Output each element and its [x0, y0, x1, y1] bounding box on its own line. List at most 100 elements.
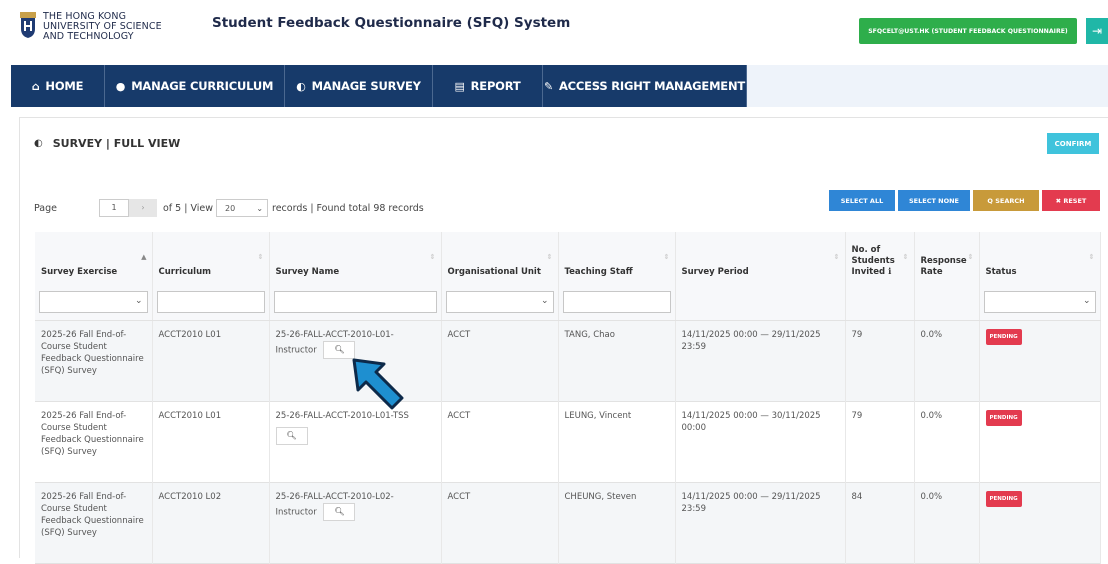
select-all-button[interactable]: SELECT ALL — [829, 190, 895, 211]
app-title: Student Feedback Questionnaire (SFQ) Sys… — [212, 15, 571, 31]
page-size-select[interactable]: 20 ⌄ — [216, 199, 269, 217]
cell-period: 14/11/2025 00:00 — 29/11/2025 23:59 — [675, 482, 846, 563]
status-badge: PENDING — [985, 490, 1022, 507]
sort-icon: ⇕ — [257, 253, 264, 261]
chevron-down-icon: ⌄ — [540, 296, 549, 306]
cell-invited: 79 — [845, 401, 915, 482]
status-filter-select[interactable]: ⌄ — [983, 291, 1096, 313]
cell-period: 14/11/2025 00:00 — 30/11/2025 00:00 — [675, 401, 846, 482]
sort-icon: ⇕ — [1088, 253, 1095, 261]
magnifier-icon: 🔍︎ — [286, 430, 297, 440]
col-label: Survey Period — [681, 267, 749, 277]
comment-icon: ● — [115, 79, 126, 93]
table-row[interactable]: 2025-26 Fall End-of-Course Student Feedb… — [35, 482, 1101, 563]
col-teaching-staff[interactable]: ⇕ Teaching Staff — [558, 232, 676, 286]
cell-exercise: 2025-26 Fall End-of-Course Student Feedb… — [35, 320, 153, 401]
col-organisational-unit[interactable]: ⇕ Organisational Unit — [441, 232, 559, 286]
view-survey-button[interactable]: 🔍︎ — [275, 426, 308, 445]
page-label: Page — [34, 202, 57, 214]
teaching-staff-filter-input[interactable] — [562, 291, 671, 313]
page-number-input[interactable]: 1 — [99, 199, 129, 217]
chart-icon: ▤ — [454, 79, 465, 93]
chevron-down-icon: ⌄ — [256, 203, 264, 213]
nav-label: MANAGE CURRICULUM — [131, 79, 274, 93]
page-size-value: 20 — [225, 203, 236, 213]
main-nav: ⌂ HOME ● MANAGE CURRICULUM ◐ MANAGE SURV… — [11, 65, 1108, 107]
sort-icon: ⇕ — [663, 253, 670, 261]
col-label: Survey Exercise — [41, 267, 118, 277]
nav-label: HOME — [45, 79, 84, 93]
col-survey-name[interactable]: ⇕ Survey Name — [269, 232, 442, 286]
col-label: Organisational Unit — [447, 267, 541, 277]
cell-unit: ACCT — [441, 401, 559, 482]
col-survey-exercise[interactable]: ▲ Survey Exercise — [35, 232, 153, 286]
cell-unit: ACCT — [441, 482, 559, 563]
cell-curriculum: ACCT2010 L01 — [152, 401, 270, 482]
chevron-down-icon: ⌄ — [1082, 296, 1091, 306]
cell-curriculum: ACCT2010 L01 — [152, 320, 270, 401]
col-response-rate[interactable]: ⇕ Response Rate — [914, 232, 980, 286]
cell-status: PENDING — [979, 482, 1101, 563]
panel-title-text: SURVEY | FULL VIEW — [52, 137, 181, 150]
sort-icon: ⇕ — [833, 253, 840, 261]
nav-home[interactable]: ⌂ HOME — [11, 65, 105, 107]
hkust-logo[interactable]: THE HONG KONG UNIVERSITY OF SCIENCE AND … — [20, 12, 162, 42]
nav-access-right-management[interactable]: ✎ ACCESS RIGHT MANAGEMENT — [543, 65, 747, 107]
status-badge: PENDING — [985, 409, 1022, 426]
sort-icon: ⇕ — [429, 253, 436, 261]
sort-icon: ⇕ — [902, 253, 909, 261]
table-row[interactable]: 2025-26 Fall End-of-Course Student Feedb… — [35, 320, 1101, 401]
nav-report[interactable]: ▤ REPORT — [433, 65, 543, 107]
table-row[interactable]: 2025-26 Fall End-of-Course Student Feedb… — [35, 401, 1101, 482]
col-label: Curriculum — [158, 267, 212, 277]
cell-staff: LEUNG, Vincent — [558, 401, 676, 482]
user-account-button[interactable]: SFQCELT@UST.HK (STUDENT FEEDBACK QUESTIO… — [859, 18, 1077, 44]
survey-table: ▲ Survey Exercise ⇕ Curriculum ⇕ Survey Nam… — [35, 232, 1101, 564]
view-survey-button[interactable]: 🔍︎ — [323, 502, 356, 521]
eye-icon: ◐ — [34, 138, 43, 149]
survey-exercise-filter-select[interactable]: ⌄ — [39, 291, 148, 313]
filter-row: ⌄ ⌄ ⌄ — [35, 286, 1101, 321]
col-students-invited[interactable]: ⇕ No. of Students Invited ℹ — [845, 232, 915, 286]
org-unit-filter-select[interactable]: ⌄ — [445, 291, 554, 313]
info-icon[interactable]: ℹ — [888, 267, 891, 277]
cell-invited: 79 — [845, 320, 915, 401]
cell-status: PENDING — [979, 401, 1101, 482]
magnifier-icon: 🔍︎ — [334, 506, 345, 516]
hkust-crest-icon — [20, 12, 36, 38]
status-badge: PENDING — [985, 328, 1022, 345]
prev-page-button[interactable] — [69, 199, 95, 217]
cell-exercise: 2025-26 Fall End-of-Course Student Feedb… — [35, 482, 153, 563]
col-curriculum[interactable]: ⇕ Curriculum — [152, 232, 270, 286]
logo-text: THE HONG KONG UNIVERSITY OF SCIENCE AND … — [43, 12, 162, 42]
col-label: Survey Name — [275, 267, 340, 277]
next-page-button[interactable]: › — [129, 199, 157, 217]
panel-title: ◐ SURVEY | FULL VIEW — [34, 137, 180, 150]
cell-rate: 0.0% — [914, 482, 980, 563]
nav-manage-survey[interactable]: ◐ MANAGE SURVEY — [285, 65, 433, 107]
magnifier-icon: 🔍︎ — [334, 344, 345, 354]
select-none-button[interactable]: SELECT NONE — [898, 190, 970, 211]
logout-button[interactable]: ⇥ — [1086, 18, 1108, 44]
col-survey-period[interactable]: ⇕ Survey Period — [675, 232, 846, 286]
cell-curriculum: ACCT2010 L02 — [152, 482, 270, 563]
sort-icon: ⇕ — [967, 253, 974, 261]
cell-staff: TANG, Chao — [558, 320, 676, 401]
pagination: Page 1 › of 5 | View 20 ⌄ records | Foun… — [34, 199, 424, 217]
col-status[interactable]: ⇕ Status — [979, 232, 1101, 286]
cell-rate: 0.0% — [914, 401, 980, 482]
cell-staff: CHEUNG, Steven — [558, 482, 676, 563]
home-icon: ⌂ — [31, 79, 40, 93]
pencil-icon: ✎ — [543, 79, 553, 93]
survey-name-filter-input[interactable] — [273, 291, 437, 313]
cell-period: 14/11/2025 00:00 — 29/11/2025 23:59 — [675, 320, 846, 401]
reset-button[interactable]: ✖ RESET — [1042, 190, 1100, 211]
confirm-button[interactable]: CONFIRM — [1047, 133, 1099, 154]
cell-survey-name: 25-26-FALL-ACCT-2010-L02-Instructor 🔍︎ — [269, 482, 442, 563]
cell-status: PENDING — [979, 320, 1101, 401]
cell-invited: 84 — [845, 482, 915, 563]
curriculum-filter-input[interactable] — [156, 291, 265, 313]
search-button[interactable]: Q SEARCH — [973, 190, 1039, 211]
col-label: Teaching Staff — [564, 267, 633, 277]
nav-manage-curriculum[interactable]: ● MANAGE CURRICULUM — [105, 65, 285, 107]
